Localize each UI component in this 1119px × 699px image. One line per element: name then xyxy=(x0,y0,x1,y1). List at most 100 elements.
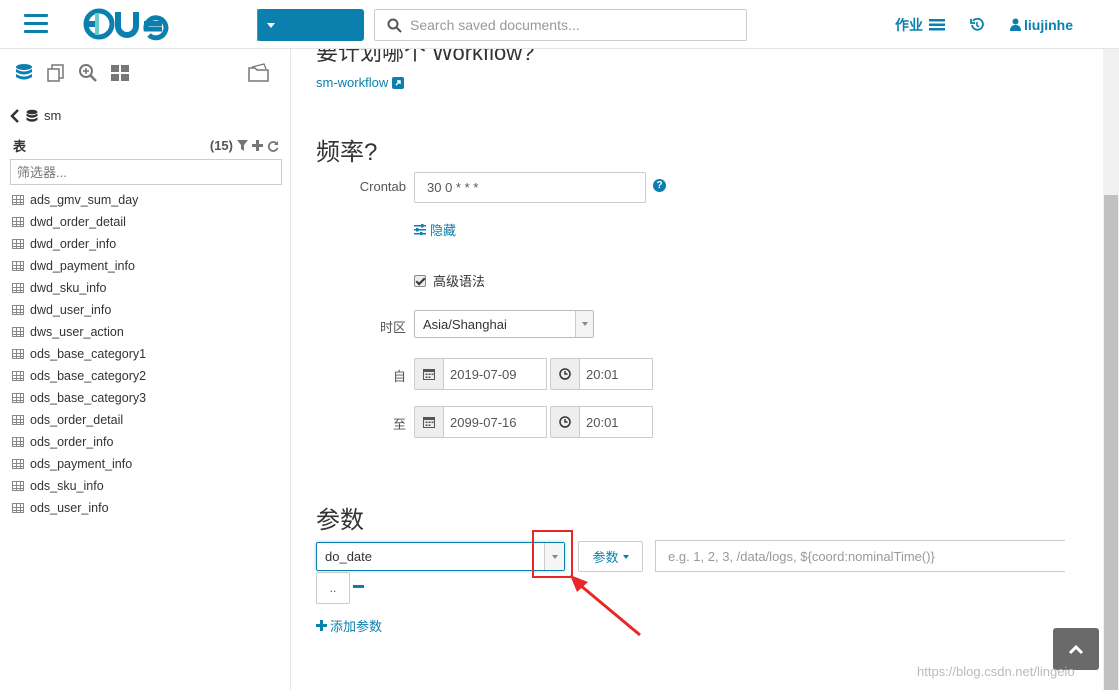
database-icon[interactable] xyxy=(14,63,34,83)
table-list: ads_gmv_sum_day dwd_order_detail dwd_order… xyxy=(12,189,146,519)
table-name[interactable]: ods_base_category2 xyxy=(30,369,146,383)
tables-count: (15) xyxy=(209,138,233,153)
table-filter-input[interactable] xyxy=(10,159,282,185)
advanced-syntax-checkbox[interactable] xyxy=(414,274,426,287)
table-name[interactable]: dwd_payment_info xyxy=(30,259,135,273)
remove-param-icon[interactable] xyxy=(353,585,364,588)
username: liujinhe xyxy=(1024,16,1073,33)
scrollbar-thumb[interactable] xyxy=(1104,195,1118,690)
query-dropdown-toggle[interactable] xyxy=(257,9,283,41)
table-name[interactable]: ods_sku_info xyxy=(30,479,104,493)
param-type-label: 参数 xyxy=(592,550,619,565)
table-icon xyxy=(12,503,24,513)
advanced-syntax-label: 高级语法 xyxy=(433,274,486,289)
table-icon xyxy=(12,305,24,315)
advanced-syntax-option[interactable]: 高级语法 xyxy=(414,271,485,290)
param-name-value[interactable]: do_date xyxy=(317,549,544,564)
table-name[interactable]: ods_base_category1 xyxy=(30,347,146,361)
params-heading: 参数 xyxy=(316,507,364,534)
table-item[interactable]: ods_order_info xyxy=(12,431,146,453)
hide-link[interactable]: 隐藏 xyxy=(414,220,456,239)
tables-label: 表 xyxy=(13,139,27,154)
external-link-icon[interactable] xyxy=(392,76,405,89)
history-icon xyxy=(970,17,984,31)
table-icon xyxy=(12,371,24,381)
chevron-down-icon[interactable] xyxy=(575,311,593,337)
table-item[interactable]: ads_gmv_sum_day xyxy=(12,189,146,211)
timezone-label: 时区 xyxy=(379,320,406,335)
table-item[interactable]: ods_user_info xyxy=(12,497,146,519)
hide-label[interactable]: 隐藏 xyxy=(430,220,456,239)
param-browse-button[interactable]: .. xyxy=(316,572,350,604)
table-item[interactable]: dwd_order_info xyxy=(12,233,146,255)
table-name[interactable]: ods_user_info xyxy=(30,501,109,515)
search-icon xyxy=(387,18,402,33)
param-name-select[interactable]: do_date xyxy=(316,542,565,571)
table-name[interactable]: ods_base_category3 xyxy=(30,391,146,405)
timezone-value: Asia/Shanghai xyxy=(423,316,507,332)
table-item[interactable]: ods_payment_info xyxy=(12,453,146,475)
table-item[interactable]: dwd_order_detail xyxy=(12,211,146,233)
param-type-button[interactable]: 参数 xyxy=(578,541,643,572)
table-name[interactable]: dwd_user_info xyxy=(30,303,111,317)
table-item[interactable]: ods_base_category3 xyxy=(12,387,146,409)
query-button[interactable]: 查询 xyxy=(257,9,603,387)
jobs-button[interactable]: 作业 xyxy=(895,0,945,49)
search-input[interactable] xyxy=(410,17,730,33)
add-param-link[interactable]: 添加参数 xyxy=(316,616,382,635)
search-box[interactable] xyxy=(374,9,747,41)
folder-open-icon[interactable] xyxy=(248,63,270,86)
help-icon[interactable]: ? xyxy=(653,179,666,192)
from-date-input[interactable]: 2019-07-09 xyxy=(444,358,547,390)
table-name[interactable]: dws_user_action xyxy=(30,325,124,339)
table-name[interactable]: dwd_order_detail xyxy=(30,215,126,229)
grid-icon[interactable] xyxy=(110,63,130,83)
add-param-label[interactable]: 添加参数 xyxy=(330,616,382,635)
database-back-nav[interactable]: sm xyxy=(10,108,61,123)
top-bar: 查询 作业 liujinhe xyxy=(0,0,1119,387)
table-name[interactable]: dwd_order_info xyxy=(30,237,116,251)
zoom-search-icon[interactable] xyxy=(78,63,98,83)
to-date-input[interactable]: 2099-07-16 xyxy=(444,406,547,438)
to-time-input[interactable]: 20:01 xyxy=(580,406,653,438)
plus-icon[interactable] xyxy=(252,140,263,151)
table-icon xyxy=(12,393,24,403)
table-icon xyxy=(12,217,24,227)
table-item[interactable]: dwd_sku_info xyxy=(12,277,146,299)
table-item[interactable]: ods_base_category1 xyxy=(12,343,146,365)
table-name[interactable]: ods_order_detail xyxy=(30,413,123,427)
table-item[interactable]: dwd_payment_info xyxy=(12,255,146,277)
crontab-input[interactable] xyxy=(414,172,646,203)
timezone-select[interactable]: Asia/Shanghai xyxy=(414,310,594,338)
hamburger-menu-icon[interactable] xyxy=(24,14,48,34)
table-name[interactable]: dwd_sku_info xyxy=(30,281,106,295)
refresh-icon[interactable] xyxy=(267,140,279,152)
calendar-icon[interactable] xyxy=(414,406,444,438)
table-icon xyxy=(12,261,24,271)
filter-icon[interactable] xyxy=(237,140,248,151)
from-time-input[interactable]: 20:01 xyxy=(580,358,653,390)
table-name[interactable]: ods_order_info xyxy=(30,435,113,449)
workflow-link[interactable]: sm-workflow xyxy=(316,75,405,90)
user-menu[interactable]: liujinhe xyxy=(1010,0,1073,49)
workflow-link-text[interactable]: sm-workflow xyxy=(316,75,388,90)
table-item[interactable]: dwd_user_info xyxy=(12,299,146,321)
sidebar-icon-bar xyxy=(14,63,130,83)
calendar-icon[interactable] xyxy=(414,358,444,390)
main-content: 要计划哪个 Workflow? sm-workflow 频率? Crontab … xyxy=(291,49,1103,690)
history-button[interactable] xyxy=(970,0,984,49)
chevron-left-icon[interactable] xyxy=(10,108,20,123)
documents-icon[interactable] xyxy=(46,63,66,83)
hue-logo[interactable] xyxy=(82,7,182,41)
table-item[interactable]: ods_base_category2 xyxy=(12,365,146,387)
clock-icon[interactable] xyxy=(550,406,580,438)
annotation-arrow-icon xyxy=(570,575,641,637)
param-value-input[interactable] xyxy=(655,540,1065,572)
clock-icon[interactable] xyxy=(550,358,580,390)
table-item[interactable]: ods_order_detail xyxy=(12,409,146,431)
table-name[interactable]: ads_gmv_sum_day xyxy=(30,193,138,207)
table-name[interactable]: ods_payment_info xyxy=(30,457,132,471)
table-item[interactable]: dws_user_action xyxy=(12,321,146,343)
table-item[interactable]: ods_sku_info xyxy=(12,475,146,497)
table-icon xyxy=(12,195,24,205)
